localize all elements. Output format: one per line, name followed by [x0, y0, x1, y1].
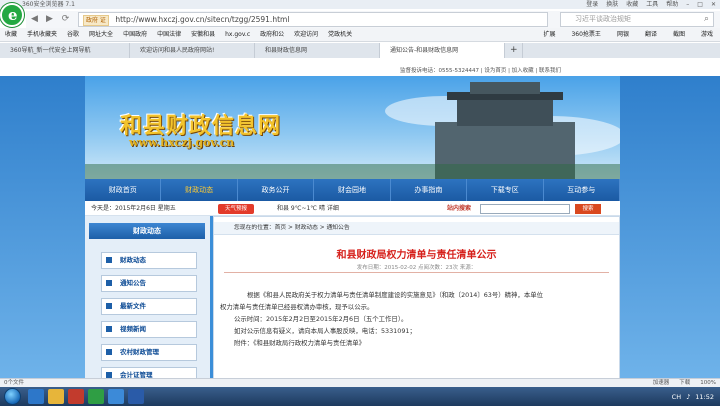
article-paragraph: 根据《和县人民政府关于权力清单与责任清单制度建设的实施意见》（和政〔2014〕6…: [247, 291, 543, 299]
tools-button[interactable]: 工具: [646, 0, 658, 9]
sidebar-item-finance-news[interactable]: 财政动态: [101, 252, 197, 269]
main-nav: 财政首页 财政动态 政务公开 财会园地 办事指南 下载专区 互动参与: [85, 179, 620, 201]
nav-interaction[interactable]: 互动参与: [544, 179, 620, 201]
bookmark-item[interactable]: 政府和公: [255, 28, 289, 41]
tab-notice[interactable]: 通知公告-和县财政信息网: [380, 43, 505, 58]
login-button[interactable]: 登录: [586, 0, 598, 9]
bookmark-item[interactable]: 手机收藏夹: [22, 28, 62, 41]
nav-finance-news[interactable]: 财政动态: [161, 179, 238, 201]
refresh-icon[interactable]: ⟳: [59, 13, 72, 26]
system-tray: CH ♪ 11:52: [672, 387, 720, 406]
sidebar-item-notices[interactable]: 通知公告: [101, 275, 197, 292]
nav-gov-affairs[interactable]: 政务公开: [238, 179, 315, 201]
bookmark-item[interactable]: 党政机关: [323, 28, 357, 41]
nav-downloads[interactable]: 下载专区: [467, 179, 544, 201]
screenshot-button[interactable]: 截图: [668, 28, 690, 41]
minimize-icon[interactable]: –: [686, 0, 689, 9]
forward-icon[interactable]: ▶: [43, 13, 56, 26]
nav-home[interactable]: 财政首页: [85, 179, 162, 201]
bookmark-item[interactable]: 谷歌: [62, 28, 84, 41]
tab-finance-site[interactable]: 和县财政信息网: [255, 43, 380, 58]
word-icon[interactable]: [128, 389, 144, 404]
sidebar-item-accounting-cert[interactable]: 会计证管理: [101, 367, 197, 378]
site-search-label: 站内搜索: [447, 205, 472, 212]
app-icon[interactable]: [108, 389, 124, 404]
article-paragraph: 公示时间：2015年2月2日至2015年2月6日（五个工作日）。: [234, 315, 408, 323]
input-language[interactable]: CH: [672, 393, 681, 401]
article-divider: [224, 272, 609, 273]
article-attachment-link[interactable]: 附件：《和县财政局行政权力清单与责任清单》: [234, 337, 365, 349]
volume-icon[interactable]: ♪: [686, 393, 690, 401]
browser-logo-icon[interactable]: [0, 3, 24, 27]
status-bar: 0个文件 加速器 下载 100%: [0, 378, 720, 387]
tab-360-nav[interactable]: 360导航_新一代安全上网导航: [0, 43, 130, 58]
windows-taskbar: CH ♪ 11:52: [0, 387, 720, 406]
site-banner: 和县财政信息网 www.hxczj.gov.cn: [85, 76, 620, 179]
bookmark-item[interactable]: hx.gov.c: [220, 28, 255, 41]
date-weather-bar: 今天是：2015年2月6日 星期五 天气预报 和县 9℃~1℃ 晴 详细 站内搜…: [85, 201, 620, 216]
article-meta: 发布日期：2015-02-02 点阅次数：23次 来源：: [356, 265, 477, 271]
article-title: 和县财政局权力清单与责任清单公示: [336, 250, 497, 261]
download-status[interactable]: 0个文件: [4, 380, 24, 386]
start-button-icon[interactable]: [4, 388, 21, 405]
maximize-icon[interactable]: □: [697, 0, 703, 9]
browser-search-input[interactable]: 习近平谈政治规矩: [560, 12, 714, 27]
window-title-bar: 360安全浏览器 7.1 登录 换肤 收藏 工具 帮助 – □ ✕: [0, 0, 720, 9]
extensions-button[interactable]: 扩展: [538, 28, 560, 41]
article-panel: 您现在的位置：首页 > 财政动态 > 通知公告 和县财政局权力清单与责任清单公示…: [213, 216, 620, 378]
url-input[interactable]: 政府 证 http://www.hxczj.gov.cn/sitecn/tzgg…: [78, 12, 548, 27]
media-player-icon[interactable]: [68, 389, 84, 404]
bookmark-item[interactable]: 中国法律: [152, 28, 186, 41]
favorites-button[interactable]: 收藏: [626, 0, 638, 9]
nav-accounting[interactable]: 财会园地: [314, 179, 391, 201]
tab-strip: 360导航_新一代安全上网导航 欢迎访问和县人民政府网站! 和县财政信息网 通知…: [0, 43, 720, 58]
ie-icon[interactable]: [28, 389, 44, 404]
sidebar-item-video-news[interactable]: 视频新闻: [101, 321, 197, 338]
explorer-icon[interactable]: [48, 389, 64, 404]
sidebar-item-rural-finance[interactable]: 农村财政管理: [101, 344, 197, 361]
games-button[interactable]: 游戏: [696, 28, 718, 41]
article-paragraph: 权力清单与责任清单已经县权清办审核，现予以公示。: [220, 303, 374, 311]
sidebar-item-latest-docs[interactable]: 最新文件: [101, 298, 197, 315]
site-url: www.hxczj.gov.cn: [129, 136, 235, 149]
bookmark-item[interactable]: 网址大全: [84, 28, 118, 41]
browser-360-icon[interactable]: [88, 389, 104, 404]
new-tab-button[interactable]: +: [505, 43, 523, 58]
ticket-button[interactable]: 360抢票王: [566, 28, 605, 41]
web-page: 监督投诉电话：0555-5324447 | 设为首页 | 加入收藏 | 联系我们…: [0, 58, 720, 378]
window-title: 360安全浏览器 7.1: [22, 1, 75, 8]
date-text: 今天是：2015年2月6日 星期五: [91, 205, 176, 212]
search-placeholder: 习近平谈政治规矩: [575, 15, 631, 23]
translate-button[interactable]: 翻译: [640, 28, 662, 41]
top-links[interactable]: 监督投诉电话：0555-5324447 | 设为首页 | 加入收藏 | 联系我们: [400, 66, 561, 74]
skin-button[interactable]: 换肤: [606, 0, 618, 9]
weather-text: 和县 9℃~1℃ 晴 详细: [277, 205, 339, 212]
bookmark-item[interactable]: 欢迎访问: [289, 28, 323, 41]
search-icon[interactable]: ⌕: [700, 13, 713, 26]
tab-county-gov[interactable]: 欢迎访问和县人民政府网站!: [130, 43, 255, 58]
bookmark-item[interactable]: 安徽和县: [186, 28, 220, 41]
help-button[interactable]: 帮助: [666, 0, 678, 9]
breadcrumb: 您现在的位置：首页 > 财政动态 > 通知公告: [214, 222, 619, 235]
bookmark-item[interactable]: 收藏: [0, 28, 22, 41]
left-sidebar: 财政动态 财政动态 通知公告 最新文件 视频新闻 农村财政管理 会计证管理: [85, 216, 210, 378]
address-bar: ◀ ▶ ⟳ 政府 证 http://www.hxczj.gov.cn/sitec…: [26, 11, 720, 28]
clock[interactable]: 11:52: [695, 393, 714, 401]
bookmarks-bar: 收藏 手机收藏夹 谷歌 网址大全 中国政府 中国法律 安徽和县 hx.gov.c…: [0, 28, 720, 42]
bookmark-item[interactable]: 中国政府: [118, 28, 152, 41]
article-paragraph: 如对公示信息有疑义，请向本局人事股反映，电话：5331091；: [234, 327, 416, 335]
close-icon[interactable]: ✕: [711, 0, 716, 9]
gov-cert-badge[interactable]: 政府 证: [83, 15, 109, 26]
weather-button[interactable]: 天气预报: [218, 204, 254, 214]
back-icon[interactable]: ◀: [28, 13, 41, 26]
page-right-bg: [620, 76, 720, 378]
page-left-bg: [0, 76, 85, 378]
sidebar-header: 财政动态: [89, 223, 205, 239]
site-search-button[interactable]: 搜索: [575, 204, 601, 214]
url-text: http://www.hxczj.gov.cn/sitecn/tzgg/2591…: [115, 15, 290, 24]
page-top-strip: 监督投诉电话：0555-5324447 | 设为首页 | 加入收藏 | 联系我们: [0, 58, 720, 78]
nav-guide[interactable]: 办事指南: [391, 179, 468, 201]
bank-button[interactable]: 网银: [612, 28, 634, 41]
site-search-input[interactable]: [480, 204, 570, 214]
